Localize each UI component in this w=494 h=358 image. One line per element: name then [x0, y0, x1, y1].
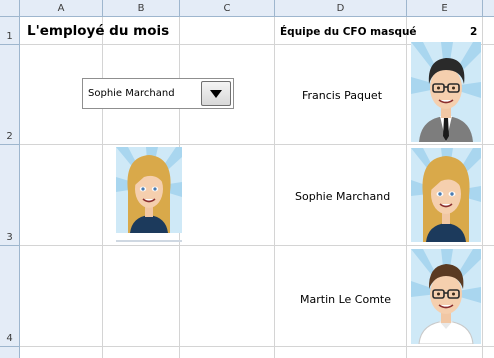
gridline: [20, 245, 494, 246]
select-all-corner[interactable]: [0, 0, 20, 17]
row-header-5[interactable]: [0, 347, 20, 358]
gridline: [482, 17, 483, 358]
dropdown-selected-value: Sophie Marchand: [88, 88, 175, 99]
column-header-d[interactable]: D: [275, 0, 407, 17]
gridline: [20, 346, 494, 347]
column-header-a[interactable]: A: [20, 0, 103, 17]
cell-d1-team-header[interactable]: Équipe du CFO masqué: [280, 26, 417, 38]
team-member-name[interactable]: Francis Paquet: [302, 89, 382, 102]
column-header-e[interactable]: E: [407, 0, 483, 17]
dropdown-button[interactable]: [201, 81, 231, 106]
row-header-3[interactable]: 3: [0, 145, 20, 246]
team-member-name[interactable]: Martin Le Comte: [300, 293, 391, 306]
cell-a1-title[interactable]: L'employé du mois: [27, 23, 169, 39]
column-header-f[interactable]: [483, 0, 494, 17]
employee-dropdown[interactable]: Sophie Marchand: [82, 78, 234, 109]
gridline: [102, 17, 103, 358]
male-glasses-shirt-avatar-icon: [411, 249, 481, 344]
chevron-down-icon: [210, 90, 222, 98]
gridline: [20, 144, 494, 145]
female-blonde-avatar-icon: [411, 148, 481, 242]
team-member-avatar[interactable]: [411, 42, 481, 142]
team-member-avatar[interactable]: [411, 249, 481, 344]
cell-e1-value[interactable]: 2: [470, 26, 477, 38]
gridline: [406, 17, 407, 358]
column-header-b[interactable]: B: [103, 0, 180, 17]
row-header-2[interactable]: 2: [0, 45, 20, 145]
row-header-1[interactable]: 1: [0, 17, 20, 45]
male-glasses-suit-avatar-icon: [411, 42, 481, 142]
picture-frame-bottom: [116, 240, 182, 242]
row-header-4[interactable]: 4: [0, 246, 20, 347]
female-blonde-avatar-icon: [116, 147, 182, 233]
selected-employee-picture[interactable]: [116, 147, 182, 233]
column-header-c[interactable]: C: [180, 0, 275, 17]
team-member-name[interactable]: Sophie Marchand: [295, 190, 390, 203]
gridline: [274, 17, 275, 358]
team-member-avatar[interactable]: [411, 148, 481, 242]
